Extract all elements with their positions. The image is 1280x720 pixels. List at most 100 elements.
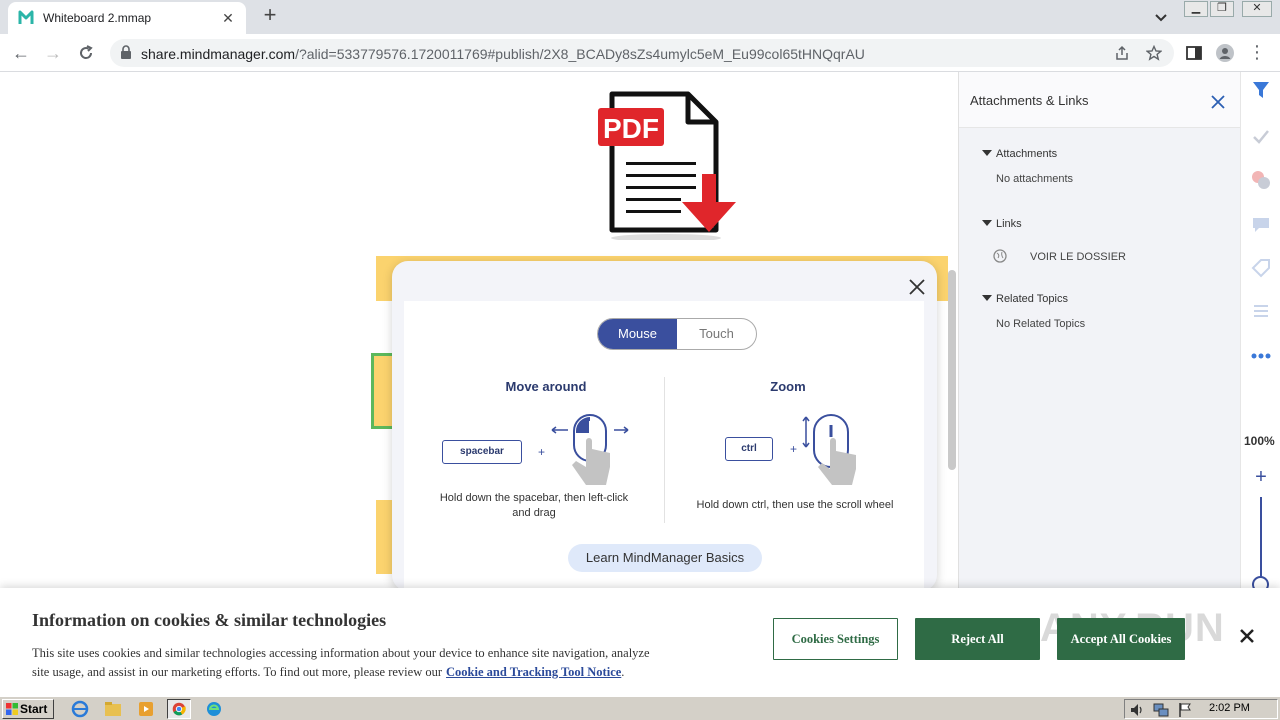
media-player-icon[interactable] bbox=[134, 699, 158, 719]
filter-icon[interactable] bbox=[1251, 80, 1271, 100]
browser-menu-icon[interactable]: ⋮ bbox=[1246, 41, 1268, 63]
lock-icon bbox=[121, 45, 131, 59]
close-icon[interactable] bbox=[907, 277, 927, 297]
url-host: share.mindmanager.com bbox=[141, 46, 296, 62]
plus-sign: + bbox=[790, 442, 798, 456]
canvas-scrollbar[interactable] bbox=[948, 270, 956, 470]
back-arrow-icon[interactable]: ← bbox=[10, 42, 32, 64]
move-caption-line1: Hold down the spacebar, then left-click bbox=[439, 492, 629, 504]
attachments-section-toggle[interactable]: Attachments bbox=[982, 148, 1057, 160]
share-icon[interactable] bbox=[1114, 45, 1130, 61]
tab-close-icon[interactable]: ✕ bbox=[220, 10, 236, 27]
links-header: Links bbox=[996, 218, 1022, 230]
profile-avatar-icon[interactable] bbox=[1216, 44, 1234, 62]
browser-tabstrip: Whiteboard 2.mmap ✕ + ▁ ❐ ✕ bbox=[0, 0, 1280, 34]
url-path: /?alid=533779576.1720011769#publish/2X8_… bbox=[295, 46, 865, 62]
network-icon[interactable] bbox=[1153, 702, 1169, 718]
clock: 2:02 PM bbox=[1209, 702, 1250, 714]
cookie-banner-title: Information on cookies & similar technol… bbox=[32, 610, 387, 630]
ctrl-key: ctrl bbox=[725, 437, 773, 461]
globe-icon bbox=[993, 249, 1007, 263]
close-window-icon[interactable]: ✕ bbox=[1242, 1, 1272, 17]
links-section-toggle[interactable]: Links bbox=[982, 218, 1022, 230]
internet-explorer-icon[interactable] bbox=[68, 699, 92, 719]
tab-touch[interactable]: Touch bbox=[677, 319, 756, 349]
new-tab-button[interactable]: + bbox=[259, 4, 281, 27]
collapse-triangle-icon bbox=[982, 220, 992, 226]
reload-icon[interactable] bbox=[76, 43, 96, 63]
checkmark-icon[interactable] bbox=[1251, 127, 1271, 147]
mouse-drag-icon bbox=[551, 414, 629, 485]
move-caption: Hold down the spacebar, then left-click … bbox=[424, 491, 644, 521]
tab-search-chevron-icon[interactable] bbox=[1152, 8, 1170, 26]
spacebar-key: spacebar bbox=[442, 440, 522, 464]
minimize-window-icon[interactable]: ▁ bbox=[1184, 1, 1208, 17]
related-topics-section-toggle[interactable]: Related Topics bbox=[982, 293, 1068, 305]
close-icon[interactable] bbox=[1211, 95, 1225, 109]
help-content: Mouse Touch Move around spacebar + Hold … bbox=[404, 301, 924, 591]
reject-all-button[interactable]: Reject All bbox=[915, 618, 1040, 660]
list-icon[interactable] bbox=[1251, 302, 1271, 322]
cookie-text-line1: This site uses cookies and similar techn… bbox=[32, 646, 650, 660]
cookies-settings-button[interactable]: Cookies Settings bbox=[773, 618, 898, 660]
tab-title: Whiteboard 2.mmap bbox=[43, 11, 152, 25]
cookie-notice-link[interactable]: Cookie and Tracking Tool Notice bbox=[446, 665, 621, 679]
url-text: share.mindmanager.com/?alid=533779576.17… bbox=[141, 46, 865, 62]
panel-header: Attachments & Links bbox=[959, 72, 1241, 128]
close-icon[interactable] bbox=[1239, 628, 1255, 644]
windows-logo-icon bbox=[6, 703, 18, 715]
zoom-in-button[interactable]: + bbox=[1251, 467, 1271, 488]
action-center-flag-icon[interactable] bbox=[1177, 702, 1193, 718]
related-topics-header: Related Topics bbox=[996, 293, 1068, 305]
comment-icon[interactable] bbox=[1251, 214, 1271, 234]
priority-icon[interactable] bbox=[1251, 170, 1271, 190]
move-around-title: Move around bbox=[505, 379, 587, 394]
collapse-triangle-icon bbox=[982, 150, 992, 156]
restore-window-icon[interactable]: ❐ bbox=[1210, 1, 1234, 17]
pdf-download-image: PDF bbox=[598, 91, 736, 240]
start-button[interactable]: Start bbox=[2, 699, 54, 719]
tag-icon[interactable] bbox=[1251, 258, 1271, 278]
system-tray: 2:02 PM bbox=[1124, 699, 1278, 719]
zoom-slider-track[interactable] bbox=[1260, 497, 1262, 581]
mindmanager-favicon-icon bbox=[18, 10, 34, 24]
plus-sign: + bbox=[538, 445, 546, 459]
input-mode-toggle[interactable]: Mouse Touch bbox=[597, 318, 757, 350]
chrome-icon[interactable] bbox=[167, 699, 191, 719]
zoom-caption: Hold down ctrl, then use the scroll whee… bbox=[696, 499, 894, 511]
bookmark-star-icon[interactable] bbox=[1146, 45, 1162, 61]
cookie-text-line2: site usage, and assist in our marketing … bbox=[32, 665, 443, 679]
move-caption-line2: and drag bbox=[512, 507, 556, 519]
edge-icon[interactable] bbox=[202, 699, 226, 719]
more-options-icon[interactable] bbox=[1251, 346, 1271, 366]
column-divider bbox=[664, 377, 665, 523]
zoom-level: 100% bbox=[1244, 434, 1275, 448]
zoom-title: Zoom bbox=[770, 379, 806, 394]
right-tool-rail: 100% + bbox=[1240, 72, 1280, 593]
file-explorer-icon[interactable] bbox=[101, 699, 125, 719]
windows-taskbar: Start 2:02 PM bbox=[0, 696, 1280, 720]
cookie-text-period: . bbox=[621, 665, 625, 679]
address-bar[interactable]: share.mindmanager.com/?alid=533779576.17… bbox=[110, 39, 1174, 67]
cookie-banner-text: This site uses cookies and similar techn… bbox=[32, 644, 712, 682]
browser-tab[interactable]: Whiteboard 2.mmap ✕ bbox=[8, 2, 246, 34]
attachments-empty: No attachments bbox=[996, 173, 1074, 185]
link-item-voir-le-dossier[interactable]: VOIR LE DOSSIER bbox=[1030, 251, 1126, 263]
panel-title: Attachments & Links bbox=[970, 93, 1089, 108]
volume-icon[interactable] bbox=[1129, 702, 1145, 718]
tab-mouse[interactable]: Mouse bbox=[598, 319, 677, 349]
forward-arrow-icon[interactable]: → bbox=[42, 42, 64, 64]
attachments-header: Attachments bbox=[996, 148, 1058, 160]
start-label: Start bbox=[20, 702, 48, 716]
related-topics-empty: No Related Topics bbox=[996, 318, 1086, 330]
svg-text:PDF: PDF bbox=[603, 113, 659, 144]
navigation-help-dialog: Mouse Touch Move around spacebar + Hold … bbox=[392, 261, 937, 591]
mouse-scroll-icon bbox=[802, 414, 856, 485]
browser-toolbar: ← → share.mindmanager.com/?alid=53377957… bbox=[0, 34, 1280, 72]
collapse-triangle-icon bbox=[982, 295, 992, 301]
attachments-links-panel: Attachments & Links Attachments No attac… bbox=[958, 72, 1241, 588]
learn-basics-button[interactable]: Learn MindManager Basics bbox=[568, 544, 762, 572]
accept-all-cookies-button[interactable]: Accept All Cookies bbox=[1057, 618, 1185, 660]
cookie-banner: Information on cookies & similar technol… bbox=[0, 588, 1280, 696]
side-panel-icon[interactable] bbox=[1185, 44, 1203, 62]
